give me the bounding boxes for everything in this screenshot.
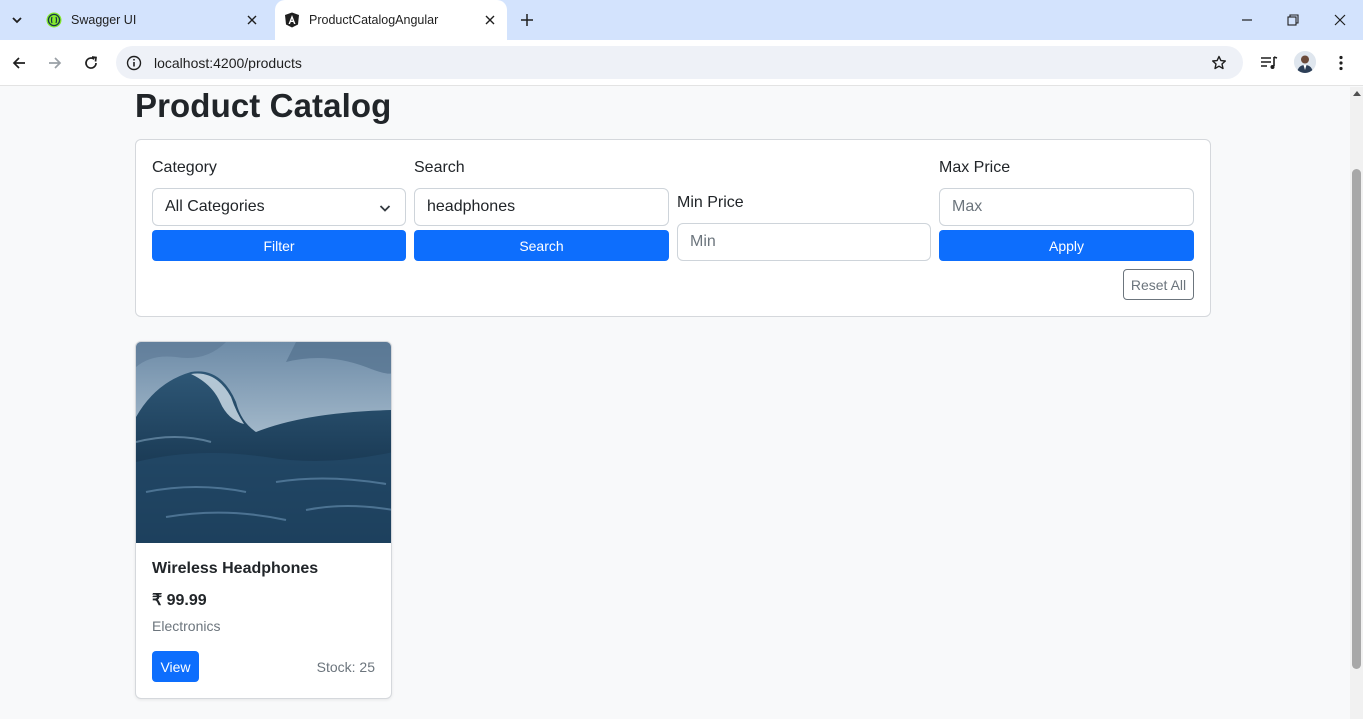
category-select[interactable]: All Categories — [152, 188, 406, 226]
url-text: localhost:4200/products — [154, 55, 302, 71]
minimize-icon[interactable] — [1224, 0, 1270, 40]
product-card: Wireless Headphones ₹ 99.99 Electronics … — [135, 341, 392, 699]
close-icon[interactable] — [243, 11, 261, 29]
restore-icon[interactable] — [1270, 0, 1316, 40]
new-tab-plus-icon[interactable] — [516, 9, 538, 31]
apply-button[interactable]: Apply — [939, 230, 1194, 261]
max-price-input[interactable]: Max — [939, 188, 1194, 226]
profile-avatar[interactable] — [1294, 51, 1316, 73]
browser-tabstrip: Swagger UI ProductCatalogAngular — [0, 0, 1363, 40]
page-viewport: Product Catalog Category All Categories … — [0, 87, 1350, 719]
tab-search-chevron-icon[interactable] — [5, 8, 29, 32]
min-price-label: Min Price — [677, 194, 744, 211]
close-icon[interactable] — [481, 11, 499, 29]
swagger-icon — [46, 12, 62, 28]
page-title: Product Catalog — [135, 87, 392, 124]
view-button[interactable]: View — [152, 651, 199, 682]
product-category: Electronics — [152, 618, 221, 634]
scroll-up-arrow-icon[interactable] — [1353, 91, 1361, 96]
tab-product-catalog[interactable]: ProductCatalogAngular — [275, 0, 507, 40]
browser-toolbar: localhost:4200/products — [0, 40, 1363, 86]
product-name: Wireless Headphones — [152, 560, 319, 577]
ocean-wave-image — [136, 342, 391, 543]
chevron-down-icon — [379, 205, 391, 212]
search-input[interactable]: headphones — [414, 188, 669, 226]
back-arrow-icon[interactable] — [7, 51, 31, 75]
product-price: ₹ 99.99 — [152, 592, 207, 609]
site-info-icon[interactable] — [124, 53, 144, 73]
reload-icon[interactable] — [79, 51, 103, 75]
max-price-label: Max Price — [939, 159, 1011, 176]
address-bar[interactable]: localhost:4200/products — [116, 46, 1243, 79]
filter-button[interactable]: Filter — [152, 230, 406, 261]
forward-arrow-icon[interactable] — [43, 51, 67, 75]
angular-icon — [284, 12, 300, 28]
filter-panel: Category All Categories Filter Search he… — [135, 139, 1211, 317]
tab-title: ProductCatalogAngular — [309, 13, 439, 27]
reset-all-button[interactable]: Reset All — [1123, 269, 1194, 300]
page-scrollbar[interactable] — [1350, 87, 1363, 719]
bookmark-star-icon[interactable] — [1209, 53, 1229, 73]
window-close-icon[interactable] — [1317, 0, 1363, 40]
search-label: Search — [414, 159, 465, 176]
tab-title: Swagger UI — [71, 13, 137, 27]
min-price-input[interactable]: Min — [677, 223, 931, 261]
category-label: Category — [152, 159, 217, 176]
product-stock: Stock: 25 — [316, 659, 375, 675]
media-controls-icon[interactable] — [1257, 51, 1281, 75]
scroll-thumb[interactable] — [1352, 169, 1361, 669]
more-menu-icon[interactable] — [1329, 51, 1353, 75]
search-button[interactable]: Search — [414, 230, 669, 261]
tab-swagger[interactable]: Swagger UI — [37, 0, 269, 40]
category-selected-value: All Categories — [165, 198, 265, 215]
